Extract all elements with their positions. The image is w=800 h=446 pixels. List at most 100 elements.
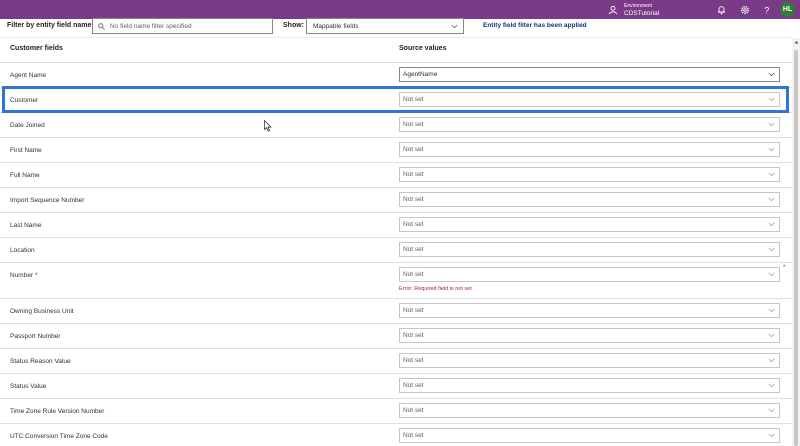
source-value-dropdown[interactable]: Not set <box>399 353 780 368</box>
help-icon[interactable]: ? <box>760 3 773 16</box>
scroll-up-icon[interactable] <box>792 38 800 46</box>
mapping-row: Passport Number Not set <box>0 323 792 348</box>
mapping-row: First Name Not set <box>0 137 792 162</box>
required-marker-edge: * <box>783 265 786 271</box>
source-value-dropdown[interactable]: AgentName <box>399 67 780 82</box>
source-value-dropdown[interactable]: Not set <box>399 217 780 232</box>
chevron-down-icon <box>768 383 775 388</box>
dropdown-value: Not set <box>403 146 424 153</box>
bell-icon[interactable] <box>715 3 728 16</box>
search-placeholder: No field name filter specified <box>110 22 192 30</box>
chevron-down-icon <box>451 24 458 28</box>
dropdown-value: Not set <box>403 332 424 339</box>
mapping-row: Customer Not set <box>0 87 792 112</box>
source-value-dropdown[interactable]: Not set <box>399 142 780 157</box>
dropdown-value: Not set <box>403 246 424 253</box>
mapping-row: Status Value Not set <box>0 373 792 398</box>
chevron-down-icon <box>768 247 775 252</box>
source-value-dropdown[interactable]: Not set <box>399 328 780 343</box>
chevron-down-icon <box>768 147 775 152</box>
field-label: First Name <box>10 147 42 154</box>
chevron-down-icon <box>768 358 775 363</box>
show-label: Show: <box>283 22 304 29</box>
dropdown-value: Not set <box>403 271 424 278</box>
source-value-dropdown[interactable]: Not set <box>399 117 780 132</box>
field-label: Status Reason Value <box>10 358 71 365</box>
field-label: Passport Number <box>10 333 61 340</box>
filter-applied-message: Entity field filter has been applied <box>483 22 587 29</box>
dropdown-value: Not set <box>403 382 424 389</box>
chevron-down-icon <box>768 272 775 277</box>
source-value-dropdown[interactable]: Not set <box>399 267 780 282</box>
field-label: Agent Name <box>10 72 47 79</box>
mapping-row: Location Not set <box>0 237 792 262</box>
dropdown-value: Not set <box>403 357 424 364</box>
field-label: Status Value <box>10 383 47 390</box>
dropdown-value: Not set <box>403 171 424 178</box>
dropdown-value: Not set <box>403 307 424 314</box>
search-icon <box>98 22 105 30</box>
mapping-row: UTC Conversion Time Zone Code Not set <box>0 423 792 446</box>
field-label: Import Sequence Number <box>10 197 85 204</box>
gear-icon[interactable] <box>738 3 751 16</box>
chevron-down-icon <box>768 408 775 413</box>
show-dropdown[interactable]: Mappable fields <box>306 18 464 34</box>
environment-icon <box>607 4 619 16</box>
mapping-row: Last Name Not set <box>0 212 792 237</box>
chevron-down-icon <box>768 433 775 438</box>
avatar[interactable]: HL <box>780 2 795 17</box>
field-label: Date Joined <box>10 122 45 129</box>
mapping-row: Status Reason Value Not set <box>0 348 792 373</box>
dropdown-value: Not set <box>403 407 424 414</box>
mapping-row: Time Zone Rule Version Number Not set <box>0 398 792 423</box>
source-value-dropdown[interactable]: Not set <box>399 192 780 207</box>
environment-picker[interactable]: Environment CDSTutorial <box>607 1 659 18</box>
scrollbar[interactable] <box>792 38 800 446</box>
field-label: Time Zone Rule Version Number <box>10 408 105 415</box>
dropdown-value: Not set <box>403 221 424 228</box>
chevron-down-icon <box>768 333 775 338</box>
mapping-row: Full Name Not set <box>0 162 792 187</box>
mapping-row: Agent Name AgentName <box>0 62 792 87</box>
field-label-text: Number <box>10 272 34 279</box>
top-bar: Environment CDSTutorial ? HL <box>0 0 800 19</box>
field-label: Full Name <box>10 172 40 179</box>
dropdown-value: Not set <box>403 432 424 439</box>
environment-name: CDSTutorial <box>624 9 660 17</box>
mapping-row: Import Sequence Number Not set <box>0 187 792 212</box>
dropdown-value: AgentName <box>403 71 438 78</box>
mouse-cursor-icon <box>264 120 272 132</box>
source-value-dropdown[interactable]: Not set <box>399 428 780 443</box>
chevron-down-icon <box>768 197 775 202</box>
source-value-dropdown[interactable]: Not set <box>399 378 780 393</box>
source-value-dropdown[interactable]: Not set <box>399 303 780 318</box>
field-label: Customer <box>10 97 39 104</box>
field-label: Last Name <box>10 222 42 229</box>
mapping-row: Date Joined Not set <box>0 112 792 137</box>
source-value-dropdown[interactable]: Not set <box>399 167 780 182</box>
source-values-header: Source values <box>399 45 447 52</box>
chevron-down-icon <box>768 172 775 177</box>
show-dropdown-value: Mappable fields <box>313 22 359 30</box>
chevron-down-icon <box>768 97 775 102</box>
entity-field-search-input[interactable]: No field name filter specified <box>92 18 273 34</box>
field-label: UTC Conversion Time Zone Code <box>10 433 108 440</box>
environment-label: Environment <box>624 2 653 9</box>
source-value-dropdown[interactable]: Not set <box>399 242 780 257</box>
dropdown-value: Not set <box>403 121 424 128</box>
chevron-down-icon <box>768 308 775 313</box>
scrollbar-thumb[interactable] <box>794 50 798 446</box>
divider <box>0 37 792 38</box>
required-marker: * <box>34 272 38 279</box>
mapping-row: Number * Not set * Error: Required field… <box>0 262 792 298</box>
source-value-dropdown[interactable]: Not set <box>399 403 780 418</box>
chevron-down-icon <box>768 122 775 127</box>
dropdown-value: Not set <box>403 196 424 203</box>
mapping-row: Owning Business Unit Not set <box>0 298 792 323</box>
customer-fields-header: Customer fields <box>10 45 63 52</box>
dropdown-value: Not set <box>403 96 424 103</box>
chevron-down-icon <box>768 222 775 227</box>
entity-field-filter-label: Filter by entity field name: <box>7 22 94 29</box>
field-label: Location <box>10 247 35 254</box>
source-value-dropdown[interactable]: Not set <box>399 92 780 107</box>
